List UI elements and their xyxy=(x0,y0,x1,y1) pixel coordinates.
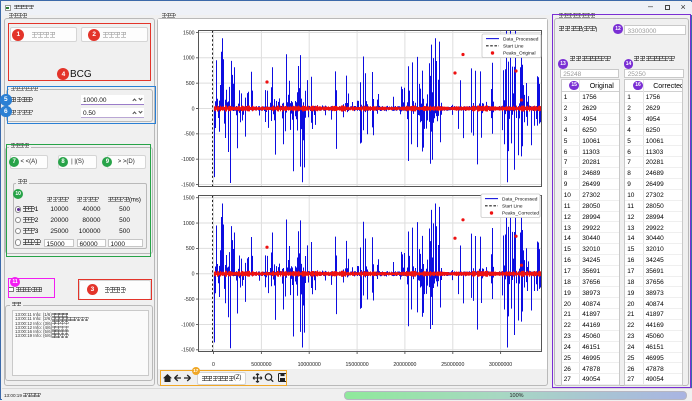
svg-text:-1500: -1500 xyxy=(181,182,194,188)
svg-text:10000000: 10000000 xyxy=(298,362,321,368)
svg-text:Start Line: Start Line xyxy=(503,44,524,50)
svg-text:Peaks_Corrected: Peaks_Corrected xyxy=(502,211,539,217)
svg-text:Data_Processed: Data_Processed xyxy=(502,196,538,202)
svg-text:25000000: 25000000 xyxy=(441,362,464,368)
svg-text:Start Line: Start Line xyxy=(502,204,523,210)
svg-text:Data_Processed: Data_Processed xyxy=(503,36,539,42)
svg-text:500: 500 xyxy=(186,81,195,87)
svg-text:-1000: -1000 xyxy=(181,157,194,163)
svg-text:20000000: 20000000 xyxy=(393,362,416,368)
svg-text:1000: 1000 xyxy=(183,221,195,227)
svg-text:-1000: -1000 xyxy=(181,322,194,328)
svg-text:5000000: 5000000 xyxy=(251,362,271,368)
svg-text:1500: 1500 xyxy=(183,30,195,36)
svg-text:15000000: 15000000 xyxy=(346,362,369,368)
svg-text:-500: -500 xyxy=(184,132,194,138)
svg-text:500: 500 xyxy=(186,246,195,252)
svg-text:30000000: 30000000 xyxy=(489,362,512,368)
svg-text:0: 0 xyxy=(192,272,195,278)
svg-text:1000: 1000 xyxy=(183,56,195,62)
svg-text:-1500: -1500 xyxy=(181,348,194,354)
svg-text:1500: 1500 xyxy=(183,196,195,202)
svg-text:Peaks_Original: Peaks_Original xyxy=(503,51,536,57)
svg-text:0: 0 xyxy=(192,106,195,112)
svg-text:-500: -500 xyxy=(184,297,194,303)
svg-text:0: 0 xyxy=(212,362,215,368)
